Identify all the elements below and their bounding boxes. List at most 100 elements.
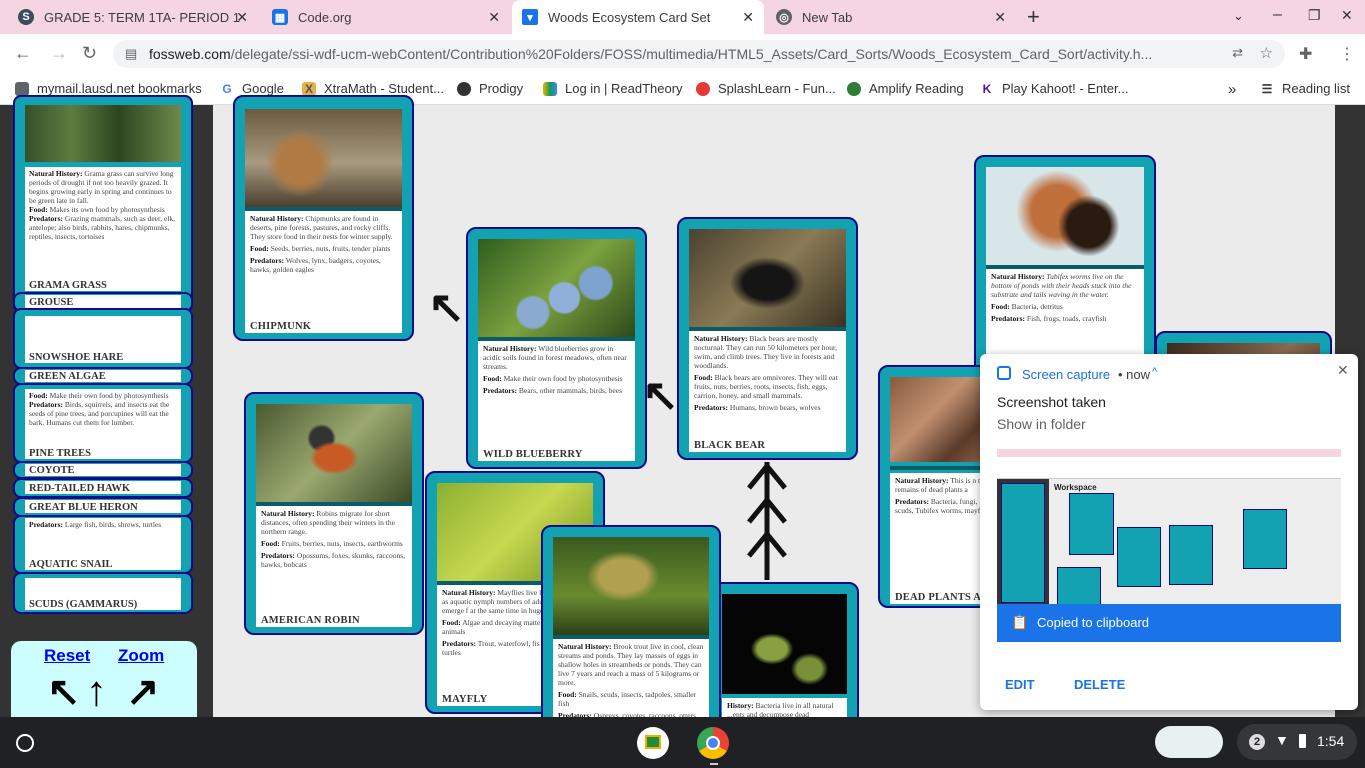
arrow-up-left-icon[interactable]: ↖ [642, 374, 679, 418]
edit-button[interactable]: EDIT [1005, 677, 1035, 692]
status-tray[interactable]: 2 ▼ 1:54 [1237, 724, 1357, 760]
predators: Predators: [250, 256, 285, 265]
card-text-box: Natural History: Grama grass can survive… [25, 167, 181, 291]
food: Black bears are omnivores. They will eat… [694, 373, 838, 400]
sidebar-card-scuds[interactable]: SCUDS (GAMMARUS) [13, 572, 193, 614]
screenshot-thumbnail[interactable]: Workspace 📋 Copied to clipboard [997, 449, 1341, 642]
blueberry-image [478, 239, 635, 337]
globe-icon [457, 81, 471, 96]
food: Seeds, berries, nuts, fruits, tender pla… [270, 244, 391, 253]
banner: Copied to clipboard [1037, 615, 1150, 630]
new-tab-button[interactable]: + [1027, 4, 1040, 30]
0: mymail.lausd.net bookmarks [37, 81, 202, 96]
bookmark-prodigy[interactable]: Prodigy [457, 81, 523, 96]
arrow-up-icon[interactable]: ↑ [86, 667, 107, 715]
card-chipmunk[interactable]: Natural History: Chipmunks are found in … [233, 95, 414, 341]
card-bacteria[interactable]: History: Bacteria live in all natural ..… [712, 582, 859, 732]
delete-button[interactable]: DELETE [1074, 677, 1125, 692]
tab-search-button[interactable]: ⌄ [1233, 8, 1244, 24]
close-tab-icon[interactable]: ✕ [742, 9, 754, 26]
restore-button[interactable]: ❐ [1308, 7, 1321, 24]
card-black-bear[interactable]: Natural History: Black bears are mostly … [677, 217, 858, 460]
bookmark-amplify[interactable]: Amplify Reading [847, 81, 964, 96]
arrow-up-triple-icon[interactable] [745, 460, 789, 582]
close-tab-icon[interactable]: ✕ [236, 9, 248, 26]
menu-icon[interactable]: ⋮ [1339, 44, 1355, 64]
close-window-button[interactable]: ✕ [1341, 7, 1353, 24]
title: New Tab [802, 9, 853, 25]
arrow-up-left-icon[interactable]: ↖ [428, 286, 465, 330]
extensions-icon[interactable]: ✚ [1299, 44, 1312, 64]
sidebar-card-pine-trees[interactable]: Food: Make their own food by photosynthe… [13, 383, 193, 463]
card-american-robin[interactable]: Natural History: Robins migrate for shor… [244, 392, 424, 635]
name: SCUDS (GAMMARUS) [29, 599, 138, 610]
workspace-controls: Reset Zoom ↖ ↑ ↗ [11, 641, 197, 717]
food: Makes its own food by photosynthesis [49, 205, 165, 214]
predators: Predators: [442, 639, 477, 648]
bookmarks-bar: mymail.lausd.net bookmarks G Google X Xtra… [0, 72, 1365, 105]
chipmunk-image [245, 109, 402, 207]
card-text-box: Natural History: Chipmunks are found in … [245, 211, 402, 333]
name: GRAMA GRASS [29, 280, 107, 291]
bookmark-kahoot[interactable]: K Play Kahoot! - Enter... [980, 81, 1129, 96]
more-bookmarks[interactable]: » [1228, 81, 1236, 98]
3: Prodigy [479, 81, 524, 96]
holding-space-tray[interactable] [1155, 726, 1223, 758]
name: MAYFLY [442, 694, 488, 705]
card-text-box: Natural History: Wild blueberries grow i… [478, 341, 635, 461]
sidebar-card-aquatic-snail[interactable]: Predators: Large fish, birds, shrews, tu… [13, 515, 193, 574]
close-icon[interactable]: ✕ [1337, 362, 1349, 379]
history: History: [727, 701, 754, 710]
splashlearn-icon [696, 81, 710, 96]
card-text-box: Natural History: Black bears are mostly … [689, 331, 846, 452]
tab-codeorg[interactable]: ▦ Code.org ✕ [262, 0, 510, 34]
bookmark-folder[interactable]: mymail.lausd.net bookmarks [15, 81, 202, 96]
chevron-up-icon[interactable]: ^ [1152, 366, 1157, 378]
sidebar-card-snowshoe-hare[interactable]: SNOWSHOE HARE [13, 308, 193, 369]
zoom-link[interactable]: Zoom [118, 646, 164, 666]
sidebar-card-great-blue-heron[interactable]: GREAT BLUE HERON [13, 497, 193, 517]
reload-button[interactable]: ↻ [82, 43, 97, 64]
arrow-up-left-icon[interactable]: ↖ [47, 669, 81, 715]
system-shelf: 2 ▼ 1:54 [0, 717, 1365, 768]
predators: Predators: [261, 551, 296, 560]
fossweb-icon: ▾ [522, 9, 538, 25]
page-info-icon[interactable]: ▤ [125, 46, 137, 62]
sidebar-card-red-tailed-hawk[interactable]: RED-TAILED HAWK [13, 478, 193, 498]
bookmark-xtramath[interactable]: X XtraMath - Student... [302, 81, 444, 96]
google-classroom-app[interactable] [637, 727, 669, 759]
bookmark-splashlearn[interactable]: SplashLearn - Fun... [696, 81, 836, 96]
tab-schoology[interactable]: S GRADE 5: TERM 1TA- PERIOD 1 ✕ [8, 0, 258, 34]
bookmark-star-icon[interactable]: ☆ [1260, 44, 1273, 62]
food: Food: [442, 618, 461, 627]
chrome-app[interactable] [697, 727, 729, 759]
food: Food: [991, 302, 1010, 311]
card-brook-trout[interactable]: Natural History: Brook trout live in coo… [541, 525, 721, 735]
food: Food: [261, 539, 280, 548]
arrow-up-right-icon[interactable]: ↗ [126, 669, 160, 715]
back-button[interactable]: ← [14, 43, 32, 64]
tab-woods-ecosystem[interactable]: ▾ Woods Ecosystem Card Set ✕ [512, 0, 764, 34]
translate-icon[interactable]: ⇄ [1232, 45, 1243, 61]
sidebar-card-grama-grass[interactable]: Natural History: Grama grass can survive… [13, 95, 193, 313]
minimize-button[interactable]: – [1273, 6, 1282, 24]
xtramath-icon: X [302, 81, 316, 96]
reading-list-button[interactable]: ☰ Reading list [1260, 81, 1350, 96]
natural-history: Natural History: [694, 334, 748, 343]
bacteria-image [722, 594, 847, 694]
address-bar[interactable]: ▤ fossweb.com/delegate/ssi-wdf-ucm-webCo… [113, 40, 1285, 68]
4: Log in | ReadTheory [565, 81, 683, 96]
bookmark-google[interactable]: G Google [220, 81, 284, 96]
card-wild-blueberry[interactable]: Natural History: Wild blueberries grow i… [466, 227, 647, 469]
close-tab-icon[interactable]: ✕ [994, 9, 1006, 26]
reset-link[interactable]: Reset [44, 646, 90, 666]
forward-button[interactable]: → [50, 43, 68, 64]
reading-list: Reading list [1282, 81, 1350, 96]
sidebar-card-coyote[interactable]: COYOTE [13, 461, 193, 479]
launcher-button[interactable] [16, 734, 34, 752]
close-tab-icon[interactable]: ✕ [488, 9, 500, 26]
bookmark-readtheory[interactable]: Log in | ReadTheory [543, 81, 683, 96]
tab-new-tab[interactable]: ◎ New Tab ✕ [766, 0, 1016, 34]
amplify-icon [847, 81, 861, 96]
show-in-folder-link[interactable]: Show in folder [997, 416, 1086, 432]
